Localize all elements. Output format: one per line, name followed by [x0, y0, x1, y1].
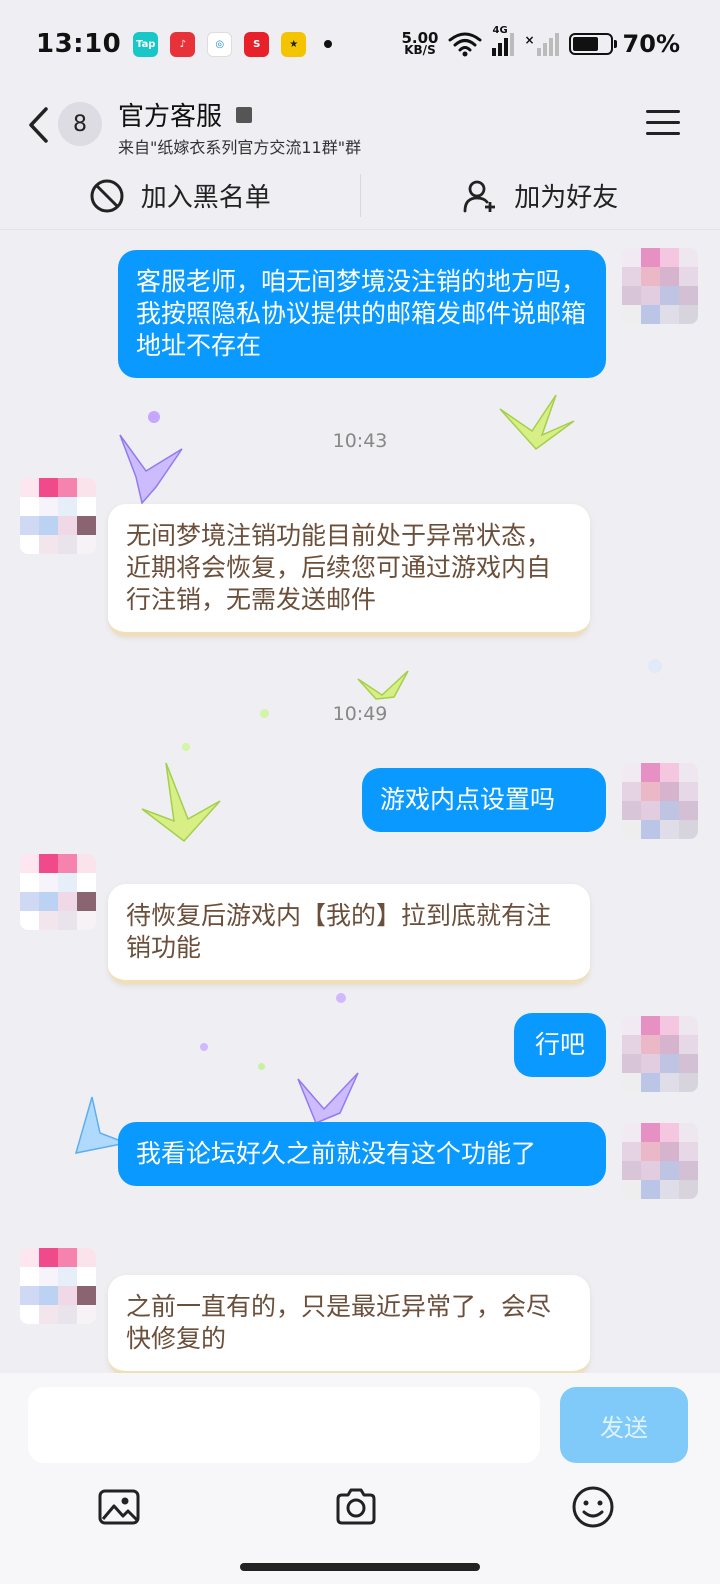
- add-friend-label: 加为好友: [514, 183, 619, 213]
- signal-secondary-icon: ×: [524, 32, 559, 56]
- home-indicator[interactable]: [240, 1563, 480, 1571]
- input-bar: 发送: [0, 1373, 720, 1584]
- block-label: 加入黑名单: [140, 183, 271, 213]
- status-right: 5.00 KB/S 4G × 70%: [401, 25, 680, 59]
- sparkle-decoration: [182, 743, 190, 751]
- my-avatar[interactable]: [622, 1123, 698, 1199]
- my-avatar[interactable]: [622, 1016, 698, 1092]
- send-button[interactable]: 发送: [560, 1387, 688, 1463]
- add-friend-button[interactable]: 加为好友: [361, 162, 720, 229]
- unread-count-badge[interactable]: 8: [58, 102, 102, 146]
- redacted-name: [236, 106, 253, 123]
- emoji-icon[interactable]: [571, 1485, 615, 1529]
- sparkle-decoration: [336, 993, 346, 1003]
- chat-title-text: 官方客服: [118, 102, 223, 132]
- message-bubble-outgoing[interactable]: 游戏内点设置吗: [362, 768, 606, 832]
- purple-crane-decoration: [297, 1072, 359, 1124]
- signal-4g-icon: 4G: [492, 25, 515, 56]
- chat-header: 8 官方客服 来自"纸嫁衣系列官方交流11群"群: [0, 88, 720, 162]
- sparkle-decoration: [200, 1043, 208, 1051]
- game-app-icon: ★: [281, 31, 307, 57]
- message-bubble-outgoing[interactable]: 行吧: [514, 1013, 606, 1077]
- sparkle-decoration: [148, 411, 160, 423]
- net-speed-unit: KB/S: [404, 43, 436, 57]
- action-bar: 加入黑名单 加为好友: [0, 162, 720, 230]
- my-avatar[interactable]: [622, 763, 698, 839]
- chat-area[interactable]: 客服老师，咱无间梦境没注销的地方吗，我按照隐私协议提供的邮箱发邮件说邮箱地址不存…: [0, 231, 720, 1373]
- sparkle-decoration: [648, 659, 662, 673]
- notification-dot: [324, 40, 333, 48]
- message-bubble-outgoing[interactable]: 客服老师，咱无间梦境没注销的地方吗，我按照隐私协议提供的邮箱发邮件说邮箱地址不存…: [118, 250, 606, 378]
- chat-subtitle: 来自"纸嫁衣系列官方交流11群"群: [118, 138, 362, 157]
- s-app-icon: S: [244, 31, 270, 57]
- message-bubble-incoming[interactable]: 之前一直有的，只是最近异常了，会尽快修复的: [108, 1275, 590, 1373]
- mobile-carrier-icon: ◎: [207, 31, 233, 57]
- network-speed: 5.00 KB/S: [401, 31, 438, 57]
- message-bubble-incoming[interactable]: 待恢复后游戏内【我的】拉到底就有注销功能: [108, 884, 590, 984]
- chat-title: 官方客服: [118, 96, 253, 133]
- service-avatar[interactable]: [20, 1248, 96, 1324]
- wifi-icon: [448, 32, 482, 57]
- status-left: 13:10 Tap ♪ ◎ S ★: [36, 29, 333, 59]
- message-bubble-outgoing[interactable]: 我看论坛好久之前就没有这个功能了: [118, 1122, 606, 1186]
- green-crane-decoration: [357, 670, 409, 700]
- camera-icon[interactable]: [334, 1485, 378, 1529]
- my-avatar[interactable]: [622, 248, 698, 324]
- message-bubble-incoming[interactable]: 无间梦境注销功能目前处于异常状态，近期将会恢复，后续您可通过游戏内自行注销，无需…: [108, 504, 590, 636]
- image-icon[interactable]: [97, 1485, 141, 1529]
- menu-icon[interactable]: [646, 110, 680, 138]
- block-button[interactable]: 加入黑名单: [0, 162, 360, 229]
- service-avatar[interactable]: [20, 854, 96, 930]
- status-time: 13:10: [36, 29, 122, 59]
- battery-icon: [568, 33, 617, 55]
- taptap-app-icon: Tap: [133, 31, 159, 57]
- network-type: 4G: [492, 24, 508, 36]
- message-timestamp: 10:49: [332, 703, 388, 725]
- service-avatar[interactable]: [20, 478, 96, 554]
- music-app-icon: ♪: [170, 31, 196, 57]
- add-friend-icon: [463, 180, 496, 212]
- sparkle-decoration: [258, 1063, 265, 1070]
- status-bar: 13:10 Tap ♪ ◎ S ★ 5.00 KB/S 4G × 70%: [0, 0, 720, 88]
- message-timestamp: 10:43: [332, 430, 388, 452]
- green-crane-decoration: [141, 762, 221, 843]
- back-arrow-icon[interactable]: [26, 106, 52, 144]
- block-icon: [90, 179, 124, 212]
- battery-percent: 70%: [622, 30, 680, 58]
- message-input[interactable]: [28, 1387, 540, 1463]
